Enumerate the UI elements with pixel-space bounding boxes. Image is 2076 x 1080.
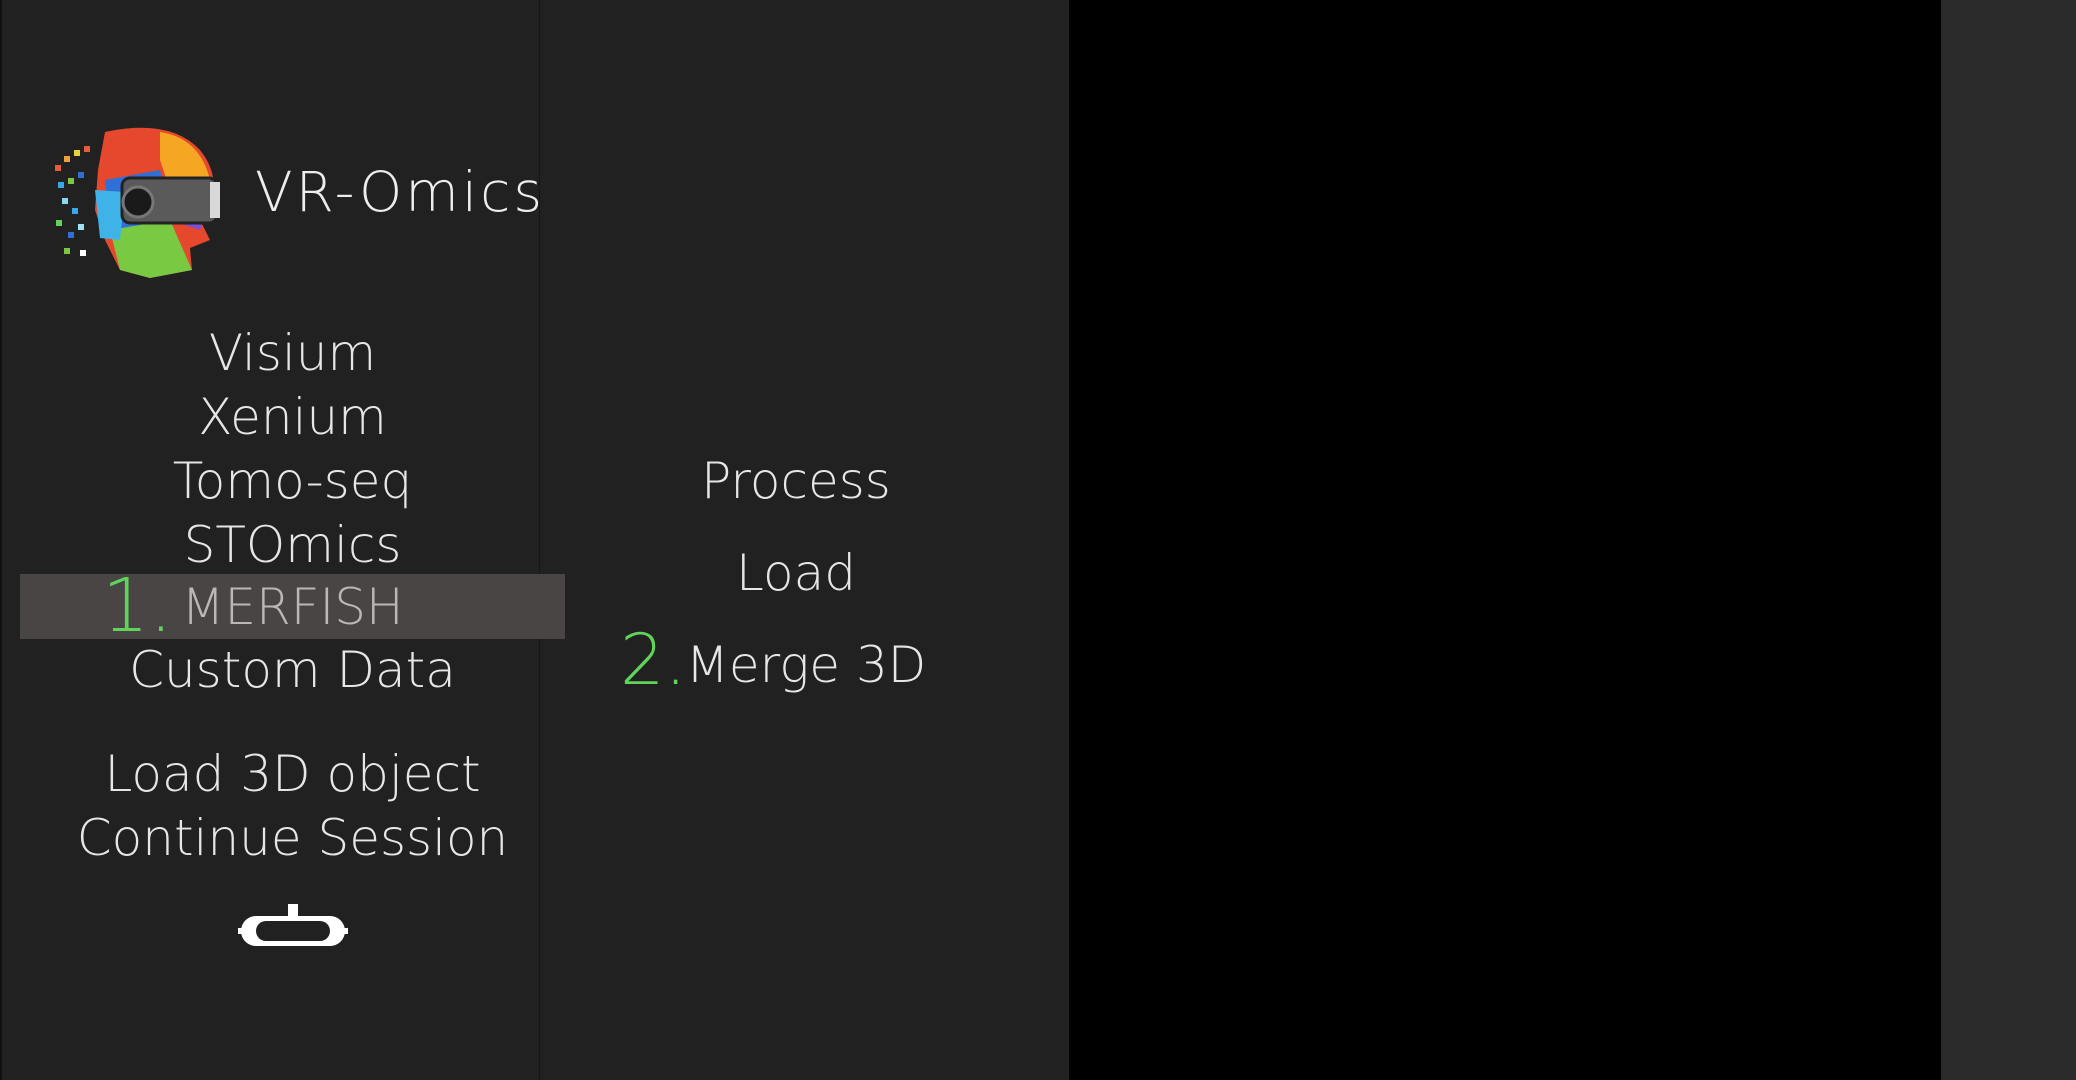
right-panel bbox=[1941, 0, 2076, 1080]
menu-item-xenium[interactable]: Xenium bbox=[0, 387, 585, 447]
menu-item-merfish-label: MERFISH bbox=[181, 578, 404, 636]
menu-item-merfish[interactable]: MERFISH bbox=[0, 577, 585, 637]
menu-item-load-3d-object[interactable]: Load 3D object bbox=[0, 744, 585, 804]
middle-panel bbox=[541, 0, 1069, 1080]
menu-item-custom-data[interactable]: Custom Data bbox=[0, 640, 585, 700]
step-marker-1: 1. bbox=[102, 563, 173, 649]
menu-item-stomics[interactable]: STOmics bbox=[0, 515, 585, 575]
menu-item-tomo-seq[interactable]: Tomo-seq bbox=[0, 451, 585, 511]
process-button[interactable]: Process bbox=[541, 451, 1051, 511]
preview-panel bbox=[1069, 0, 1941, 1080]
merge-3d-button[interactable]: Merge 3D bbox=[541, 635, 1051, 695]
app-title: VR-Omics bbox=[255, 160, 546, 224]
load-button[interactable]: Load bbox=[541, 543, 1051, 603]
step-marker-2: 2. bbox=[620, 619, 687, 701]
menu-item-continue-session[interactable]: Continue Session bbox=[0, 808, 585, 868]
menu-item-visium[interactable]: Visium bbox=[0, 323, 585, 383]
vr-omics-logo-icon bbox=[55, 127, 220, 278]
vr-headset-icon[interactable] bbox=[238, 900, 348, 960]
